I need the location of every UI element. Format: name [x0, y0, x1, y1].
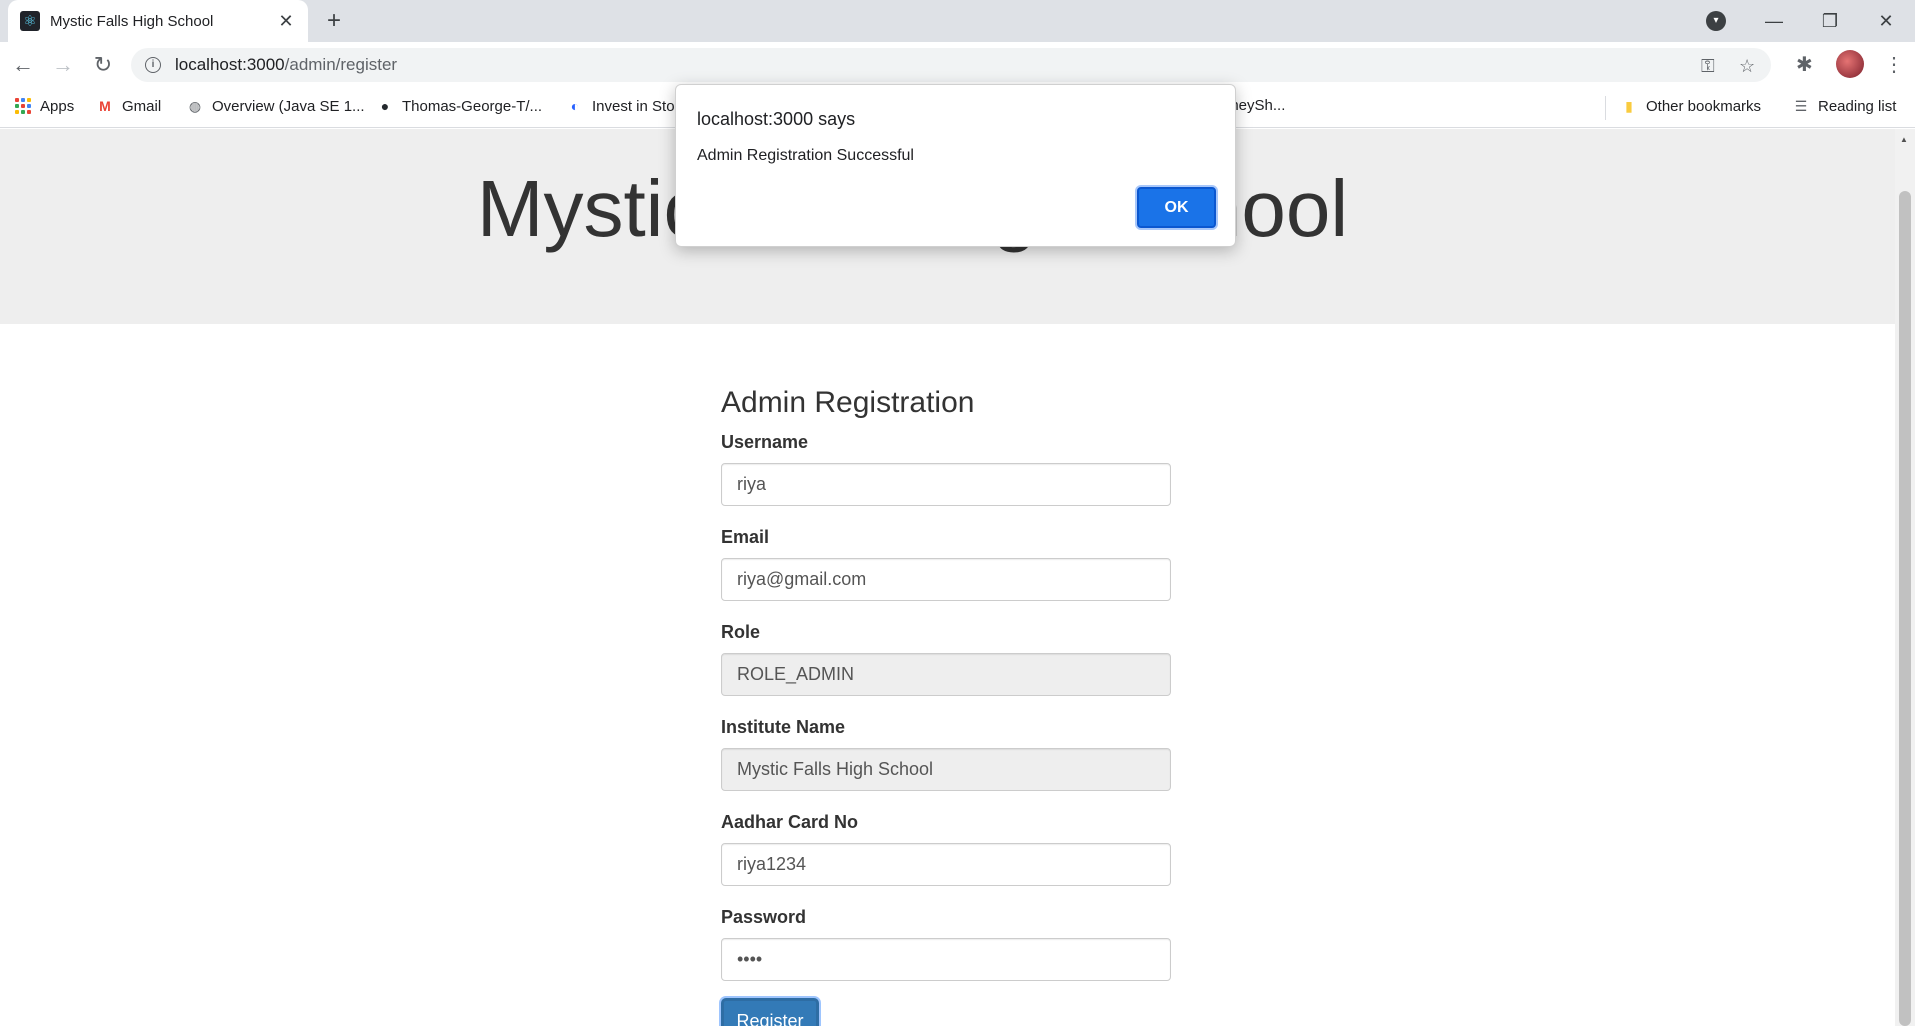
- bookmark-github[interactable]: ● Thomas-George-T/...: [376, 97, 542, 115]
- institute-label: Institute Name: [721, 717, 846, 737]
- username-input[interactable]: [721, 463, 1171, 506]
- username-label: Username: [721, 432, 809, 452]
- key-icon[interactable]: ⚿: [1701, 56, 1715, 77]
- bookmark-invest[interactable]: ◐ Invest in Sto: [566, 97, 675, 115]
- bookmark-label: Gmail: [122, 97, 162, 115]
- register-button[interactable]: Register: [721, 998, 819, 1026]
- bookmark-label: Invest in Sto: [592, 97, 675, 115]
- tab-title: Mystic Falls High School: [50, 12, 214, 30]
- bookmark-label: Apps: [40, 97, 75, 115]
- username-group: Username: [721, 432, 1171, 506]
- reading-list[interactable]: ☰ Reading list: [1792, 97, 1897, 115]
- bookmark-gmail[interactable]: M Gmail: [96, 97, 161, 115]
- bookmarks-divider: [1605, 96, 1606, 120]
- password-group: Password: [721, 907, 1171, 981]
- password-label: Password: [721, 907, 807, 927]
- minimize-icon[interactable]: —: [1746, 0, 1802, 42]
- email-input[interactable]: [721, 558, 1171, 601]
- tab-search-icon[interactable]: ▾: [1706, 11, 1726, 31]
- new-tab-button[interactable]: +: [320, 8, 348, 36]
- bookmark-apps[interactable]: Apps: [14, 97, 74, 115]
- bookmark-label: Thomas-George-T/...: [402, 97, 543, 115]
- profile-avatar[interactable]: [1836, 50, 1864, 78]
- url-path: /admin/register: [284, 55, 398, 74]
- page-content: Mystic Falls High School Admin Registrat…: [0, 129, 1895, 1026]
- role-label: Role: [721, 622, 761, 642]
- tab-strip: ⚛ Mystic Falls High School ✕ + ▾ — ❐ ✕: [0, 0, 1915, 42]
- other-bookmarks[interactable]: ▮ Other bookmarks: [1620, 97, 1761, 115]
- role-input[interactable]: [721, 653, 1171, 696]
- site-info-icon[interactable]: i: [145, 57, 161, 73]
- restore-icon[interactable]: ❐: [1802, 0, 1858, 42]
- url-host: localhost:3000: [175, 55, 285, 74]
- admin-registration-form: Admin Registration Username Email Role I…: [721, 386, 1171, 1026]
- globe-icon: ◍: [188, 97, 202, 114]
- password-input[interactable]: [721, 938, 1171, 981]
- dialog-message: Admin Registration Successful: [697, 147, 914, 164]
- aadhar-label: Aadhar Card No: [721, 812, 859, 832]
- institute-input[interactable]: [721, 748, 1171, 791]
- bookmark-label: Overview (Java SE 1...: [212, 97, 365, 115]
- aadhar-input[interactable]: [721, 843, 1171, 886]
- reading-list-label: Reading list: [1818, 97, 1897, 115]
- gmail-icon: M: [99, 98, 111, 114]
- folder-icon: ▮: [1625, 97, 1633, 114]
- close-tab-icon[interactable]: ✕: [276, 11, 296, 32]
- browser-toolbar: ← → ↻ i localhost:3000/admin/register ⚿ …: [0, 42, 1915, 88]
- aadhar-group: Aadhar Card No: [721, 812, 1171, 886]
- email-label: Email: [721, 527, 770, 547]
- page-scrollbar[interactable]: ▲: [1895, 129, 1915, 1026]
- scroll-up-icon[interactable]: ▲: [1900, 135, 1908, 144]
- github-icon: ●: [380, 98, 390, 114]
- bookmark-java-overview[interactable]: ◍ Overview (Java SE 1...: [186, 97, 365, 115]
- other-bookmarks-label: Other bookmarks: [1646, 97, 1762, 115]
- ok-button[interactable]: OK: [1137, 187, 1216, 228]
- reload-icon[interactable]: ↻: [88, 50, 118, 80]
- email-group: Email: [721, 527, 1171, 601]
- back-icon[interactable]: ←: [8, 50, 38, 80]
- alert-dialog: localhost:3000 says Admin Registration S…: [675, 84, 1236, 247]
- browser-tab[interactable]: ⚛ Mystic Falls High School ✕: [8, 0, 308, 42]
- invest-icon: ◐: [570, 98, 580, 114]
- extensions-icon[interactable]: ✱: [1796, 52, 1813, 77]
- dialog-title: localhost:3000 says: [697, 109, 856, 129]
- address-bar[interactable]: i localhost:3000/admin/register ⚿ ☆: [131, 48, 1771, 82]
- chrome-menu-icon[interactable]: ⋮: [1884, 52, 1904, 77]
- form-title: Admin Registration: [721, 386, 975, 419]
- apps-grid-icon: [14, 97, 32, 115]
- scrollbar-thumb[interactable]: [1899, 191, 1911, 1026]
- forward-icon[interactable]: →: [48, 50, 78, 80]
- institute-group: Institute Name: [721, 717, 1171, 791]
- reading-list-icon: ☰: [1794, 97, 1808, 114]
- role-group: Role: [721, 622, 1171, 696]
- bookmark-star-icon[interactable]: ☆: [1739, 56, 1755, 77]
- react-favicon-icon: ⚛: [20, 11, 40, 31]
- window-close-icon[interactable]: ✕: [1858, 0, 1914, 42]
